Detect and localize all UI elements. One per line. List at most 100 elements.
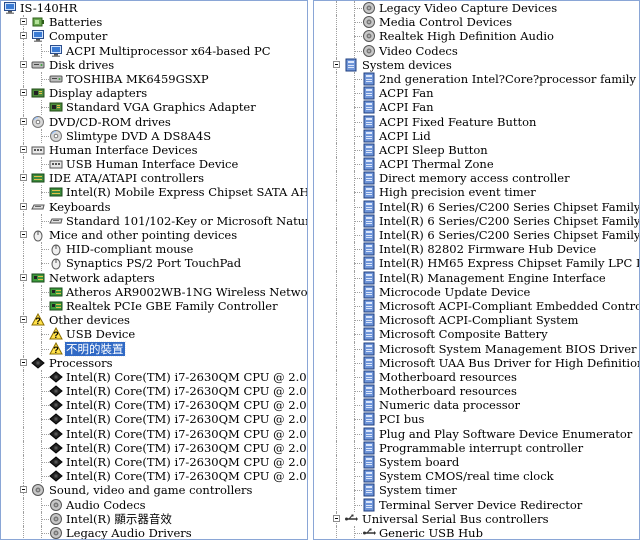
node-label[interactable]: Mice and other pointing devices — [48, 228, 238, 242]
device-node[interactable]: Legacy Video Capture Devices — [314, 1, 639, 16]
device-node[interactable]: System board — [314, 455, 639, 470]
device-node[interactable]: Intel(R) HM65 Express Chipset Family LPC… — [314, 256, 639, 271]
node-label[interactable]: Microsoft ACPI-Compliant Embedded Contro… — [378, 299, 639, 313]
device-node[interactable]: Legacy Audio Drivers — [1, 525, 307, 539]
device-node[interactable]: Intel(R) Core(TM) i7-2630QM CPU @ 2.00GH… — [1, 384, 307, 399]
node-label[interactable]: Media Control Devices — [378, 15, 513, 29]
node-label[interactable]: ACPI Fan — [378, 100, 435, 114]
node-label[interactable]: Intel(R) 6 Series/C200 Series Chipset Fa… — [378, 200, 639, 214]
device-node[interactable]: System timer — [314, 483, 639, 498]
category-node[interactable]: System devices — [314, 57, 639, 72]
node-label[interactable]: ACPI Multiprocessor x64-based PC — [65, 44, 272, 58]
device-node[interactable]: TOSHIBA MK6459GSXP — [1, 71, 307, 87]
node-label[interactable]: ACPI Sleep Button — [378, 143, 489, 157]
node-label[interactable]: Generic USB Hub — [378, 526, 484, 539]
device-node[interactable]: Intel(R) 6 Series/C200 Series Chipset Fa… — [314, 199, 639, 214]
node-label[interactable]: Plug and Play Software Device Enumerator — [378, 427, 633, 441]
node-label[interactable]: ACPI Fixed Feature Button — [378, 115, 537, 129]
node-label[interactable]: Intel(R) 顯示器音效 — [65, 512, 173, 526]
node-label[interactable]: Microsoft System Management BIOS Driver — [378, 342, 638, 356]
device-node[interactable]: ACPI Lid — [314, 128, 639, 143]
category-node[interactable]: Mice and other pointing devices — [1, 228, 307, 243]
node-label[interactable]: HID-compliant mouse — [65, 242, 194, 256]
node-label[interactable]: IS-140HR — [19, 1, 78, 15]
node-label[interactable]: ACPI Fan — [378, 86, 435, 100]
node-label[interactable]: High precision event timer — [378, 185, 537, 199]
node-label[interactable]: Standard VGA Graphics Adapter — [65, 100, 257, 114]
device-node[interactable]: Intel(R) 6 Series/C200 Series Chipset Fa… — [314, 213, 639, 228]
node-label[interactable]: Atheros AR9002WB-1NG Wireless Network Ad… — [65, 285, 307, 299]
device-node[interactable]: Realtek High Definition Audio — [314, 29, 639, 44]
node-label[interactable]: Display adapters — [48, 86, 148, 100]
category-node[interactable]: Batteries — [1, 15, 307, 30]
node-label[interactable]: Batteries — [48, 15, 103, 29]
collapse-toggle[interactable] — [20, 174, 27, 182]
device-node[interactable]: Intel(R) Core(TM) i7-2630QM CPU @ 2.00GH… — [1, 369, 307, 385]
device-node[interactable]: Programmable interrupt controller — [314, 440, 639, 455]
node-label[interactable]: Legacy Video Capture Devices — [378, 1, 558, 15]
node-label[interactable]: Microcode Update Device — [378, 285, 531, 299]
node-label[interactable]: System timer — [378, 483, 458, 497]
node-label[interactable]: Standard 101/102-Key or Microsoft Natura… — [65, 214, 307, 228]
device-node[interactable]: Intel(R) Mobile Express Chipset SATA AHC… — [1, 185, 307, 200]
device-node[interactable]: High precision event timer — [314, 185, 639, 200]
collapse-toggle[interactable] — [333, 60, 340, 68]
collapse-toggle[interactable] — [20, 117, 27, 125]
collapse-toggle[interactable] — [20, 60, 27, 68]
device-node[interactable]: Microcode Update Device — [314, 284, 639, 299]
node-label[interactable]: PCI bus — [378, 412, 425, 426]
device-node[interactable]: ACPI Multiprocessor x64-based PC — [1, 43, 307, 58]
device-node[interactable]: Microsoft ACPI-Compliant System — [314, 313, 639, 328]
device-node[interactable]: ACPI Fixed Feature Button — [314, 114, 639, 129]
node-label[interactable]: Processors — [48, 356, 114, 370]
node-label[interactable]: Legacy Audio Drivers — [65, 526, 193, 539]
device-node[interactable]: HID-compliant mouse — [1, 242, 307, 257]
collapse-toggle[interactable] — [20, 202, 27, 210]
device-node[interactable]: Standard 101/102-Key or Microsoft Natura… — [1, 213, 307, 228]
node-label[interactable]: Direct memory access controller — [378, 171, 571, 185]
node-label[interactable]: Numeric data processor — [378, 398, 521, 412]
device-node[interactable]: ACPI Thermal Zone — [314, 157, 639, 172]
node-label[interactable]: Sound, video and game controllers — [48, 483, 253, 497]
device-node[interactable]: USB Human Interface Device — [1, 157, 307, 172]
node-label[interactable]: Intel(R) Core(TM) i7-2630QM CPU @ 2.00GH… — [65, 455, 307, 469]
device-node[interactable]: Generic USB Hub — [314, 525, 639, 539]
collapse-toggle[interactable] — [333, 514, 340, 522]
device-node[interactable]: Numeric data processor — [314, 398, 639, 413]
node-label[interactable]: Intel(R) Core(TM) i7-2630QM CPU @ 2.00GH… — [65, 427, 307, 441]
node-label[interactable]: Microsoft Composite Battery — [378, 327, 549, 341]
node-label[interactable]: Universal Serial Bus controllers — [361, 512, 550, 526]
node-label[interactable]: ACPI Thermal Zone — [378, 157, 495, 171]
node-label[interactable]: Intel(R) HM65 Express Chipset Family LPC… — [378, 256, 639, 270]
node-label[interactable]: Microsoft ACPI-Compliant System — [378, 313, 579, 327]
device-node[interactable]: Synaptics PS/2 Port TouchPad — [1, 256, 307, 271]
node-label[interactable]: Network adapters — [48, 271, 156, 285]
device-node[interactable]: Intel(R) Core(TM) i7-2630QM CPU @ 2.00GH… — [1, 426, 307, 441]
device-node[interactable]: Intel(R) 顯示器音效 — [1, 511, 307, 526]
collapse-toggle[interactable] — [20, 32, 27, 40]
device-node[interactable]: Standard VGA Graphics Adapter — [1, 100, 307, 115]
node-label[interactable]: USB Human Interface Device — [65, 157, 239, 171]
collapse-toggle[interactable] — [20, 273, 27, 281]
node-label[interactable]: Intel(R) Mobile Express Chipset SATA AHC… — [65, 185, 307, 199]
category-node[interactable]: IDE ATA/ATAPI controllers — [1, 171, 307, 186]
device-tree-left-pane[interactable]: IS-140HR Batteries Computer ACPI Multiproce… — [0, 0, 308, 540]
category-node[interactable]: Sound, video and game controllers — [1, 483, 307, 498]
node-label[interactable]: Keyboards — [48, 200, 112, 214]
device-node[interactable]: System CMOS/real time clock — [314, 469, 639, 484]
device-node[interactable]: ACPI Fan — [314, 100, 639, 115]
category-node[interactable]: Processors — [1, 355, 307, 370]
collapse-toggle[interactable] — [20, 358, 27, 366]
node-label[interactable]: Synaptics PS/2 Port TouchPad — [65, 256, 242, 270]
device-node[interactable]: Media Control Devices — [314, 15, 639, 30]
node-label[interactable]: Intel(R) 6 Series/C200 Series Chipset Fa… — [378, 228, 639, 242]
device-node[interactable]: Microsoft Composite Battery — [314, 327, 639, 342]
node-label[interactable]: DVD/CD-ROM drives — [48, 115, 172, 129]
device-node[interactable]: Intel(R) Management Engine Interface — [314, 270, 639, 285]
category-node[interactable]: Human Interface Devices — [1, 142, 307, 158]
device-node[interactable]: Plug and Play Software Device Enumerator — [314, 426, 639, 441]
node-label[interactable]: Intel(R) Core(TM) i7-2630QM CPU @ 2.00GH… — [65, 441, 307, 455]
node-label[interactable]: 2nd generation Intel?Core?processor fami… — [378, 72, 639, 86]
node-label[interactable]: Intel(R) Core(TM) i7-2630QM CPU @ 2.00GH… — [65, 384, 307, 398]
device-node[interactable]: Slimtype DVD A DS8A4S — [1, 128, 307, 143]
